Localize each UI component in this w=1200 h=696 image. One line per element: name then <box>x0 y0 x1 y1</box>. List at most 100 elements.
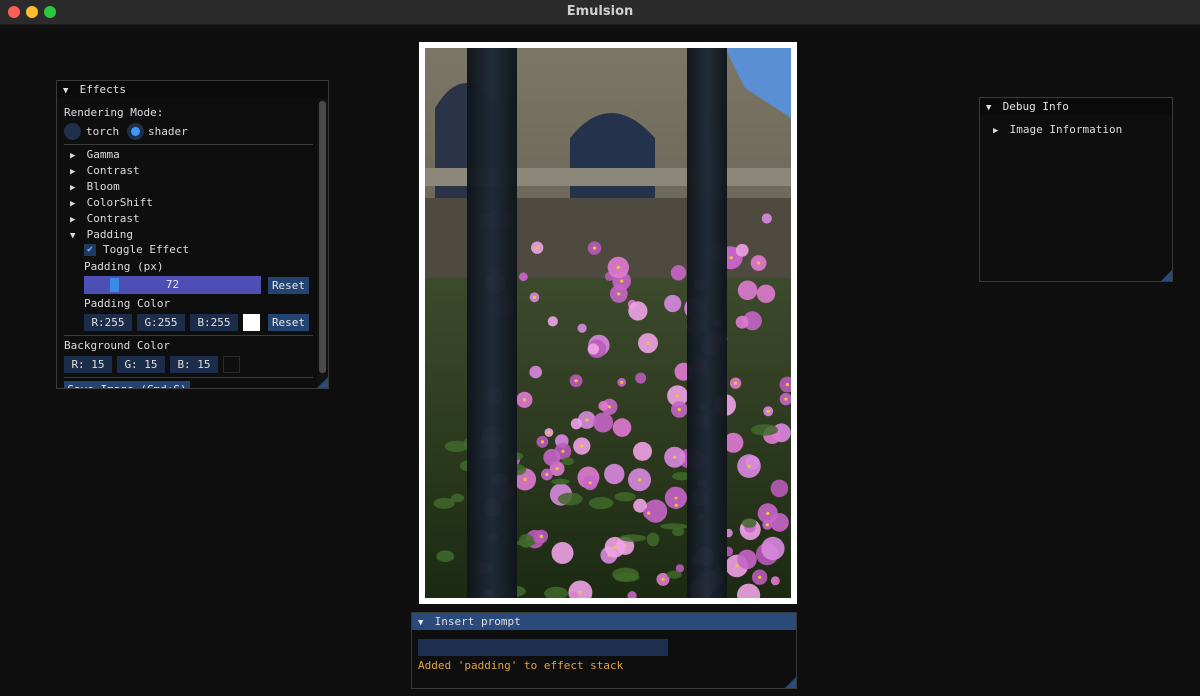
app-title: Emulsion <box>566 4 634 19</box>
collapse-triangle-icon[interactable]: ▼ <box>418 615 428 632</box>
flower-blossom <box>577 323 587 333</box>
resize-grip[interactable] <box>317 377 328 388</box>
scrollbar-thumb[interactable] <box>319 101 326 373</box>
toggle-effect-label[interactable]: Toggle Effect <box>103 243 189 257</box>
padding-color-b-field[interactable]: B:255 <box>190 314 238 331</box>
effect-label: Bloom <box>86 180 120 193</box>
toggle-effect-checkbox[interactable]: ✔ <box>84 244 96 256</box>
background-color-r-field[interactable]: R: 15 <box>64 356 112 373</box>
shader-radio[interactable] <box>127 123 144 140</box>
flower-blossom <box>547 316 558 327</box>
leaf <box>660 523 688 530</box>
flower-center <box>766 511 770 515</box>
separator <box>64 377 313 378</box>
effect-item-gamma[interactable]: ▶ Gamma <box>70 148 120 163</box>
leaf <box>666 570 682 579</box>
background-color-label: Background Color <box>64 339 170 352</box>
effect-item-colorshift[interactable]: ▶ ColorShift <box>70 196 153 211</box>
effect-item-contrast-2[interactable]: ▶ Contrast <box>70 212 140 227</box>
padding-reset-button[interactable]: Reset <box>268 277 309 294</box>
flower-center <box>734 381 738 385</box>
flower-blossom <box>664 294 682 313</box>
flower-blossom <box>551 542 574 564</box>
collapse-triangle-icon: ▼ <box>70 231 76 241</box>
leaf <box>750 424 779 436</box>
flower-center <box>547 430 551 435</box>
flower-blossom <box>519 272 528 282</box>
flower-center <box>785 382 789 387</box>
flower-blossom <box>612 418 632 437</box>
flower-center <box>784 397 788 401</box>
effect-item-bloom[interactable]: ▶ Bloom <box>70 180 120 195</box>
flower-blossom <box>770 576 780 586</box>
torch-radio[interactable] <box>64 123 81 140</box>
separator <box>64 144 313 145</box>
insert-prompt-panel: ▼ Insert prompt Added 'padding' to effec… <box>411 612 797 689</box>
flower-blossom <box>761 213 772 224</box>
flower-blossom <box>770 513 789 532</box>
padding-color-reset-button[interactable]: Reset <box>268 314 309 331</box>
save-image-button[interactable]: Save Image (Cmd+S) <box>64 381 190 388</box>
effects-panel-header[interactable]: ▼ Effects <box>57 81 328 98</box>
effect-item-padding[interactable]: ▼ Padding <box>70 228 133 243</box>
image-padding-frame <box>419 42 797 604</box>
background-color-b-field[interactable]: B: 15 <box>170 356 218 373</box>
flower-blossom <box>761 536 785 561</box>
flower-blossom <box>735 243 749 257</box>
collapse-triangle-icon[interactable]: ▼ <box>63 83 73 100</box>
effect-item-contrast[interactable]: ▶ Contrast <box>70 164 140 179</box>
image-information-item[interactable]: ▶ Image Information <box>993 123 1122 138</box>
background-color-swatch[interactable] <box>223 356 240 373</box>
leaf <box>444 440 469 453</box>
resize-grip[interactable] <box>1161 270 1172 281</box>
flower-center <box>523 477 527 481</box>
leaf <box>433 497 455 509</box>
flower-blossom <box>593 412 614 433</box>
debug-info-title: Debug Info <box>1002 100 1069 113</box>
torch-radio-label[interactable]: torch <box>86 125 119 139</box>
effects-scrollbar[interactable] <box>317 99 328 388</box>
flower-center <box>646 341 650 345</box>
effect-label: Padding <box>86 228 133 241</box>
flower-center <box>561 449 565 453</box>
flower-blossom <box>756 284 776 303</box>
flower-center <box>673 455 677 459</box>
prompt-input[interactable] <box>418 639 668 656</box>
flower-center <box>735 564 739 568</box>
flower-center <box>539 534 543 538</box>
effect-label: Contrast <box>86 212 140 225</box>
padding-color-swatch[interactable] <box>243 314 260 331</box>
padding-slider[interactable]: 72 <box>84 276 261 294</box>
flower-blossom <box>633 441 652 461</box>
flower-center <box>757 261 761 265</box>
padding-color-r-field[interactable]: R:255 <box>84 314 132 331</box>
title-bar: Emulsion <box>0 0 1200 25</box>
effect-label: ColorShift <box>86 196 153 209</box>
insert-prompt-header[interactable]: ▼ Insert prompt <box>412 613 796 630</box>
leaf <box>561 457 574 466</box>
flower-blossom <box>604 463 625 485</box>
rendering-mode-label: Rendering Mode: <box>64 106 164 119</box>
flower-center <box>580 444 584 448</box>
flower-blossom <box>628 301 648 321</box>
checkmark-icon: ✔ <box>86 244 94 255</box>
shader-radio-label[interactable]: shader <box>148 125 188 139</box>
background-color-g-field[interactable]: G: 15 <box>117 356 165 373</box>
resize-grip[interactable] <box>785 677 796 688</box>
flower-blossom <box>587 343 599 355</box>
flower-center <box>532 295 536 299</box>
collapse-triangle-icon[interactable]: ▼ <box>986 100 996 117</box>
flower-center <box>535 246 539 250</box>
flower-blossom <box>737 280 758 301</box>
debug-info-header[interactable]: ▼ Debug Info <box>980 98 1172 115</box>
flower-center <box>588 481 592 485</box>
padding-color-g-field[interactable]: G:255 <box>137 314 185 331</box>
flower-center <box>555 467 559 471</box>
expand-triangle-icon: ▶ <box>70 167 76 177</box>
flower-center <box>661 577 665 582</box>
expand-triangle-icon: ▶ <box>70 199 76 209</box>
flower-blossom <box>598 400 609 411</box>
flower-center <box>613 545 617 549</box>
flower-center <box>758 575 762 579</box>
flower-blossom <box>735 315 749 329</box>
